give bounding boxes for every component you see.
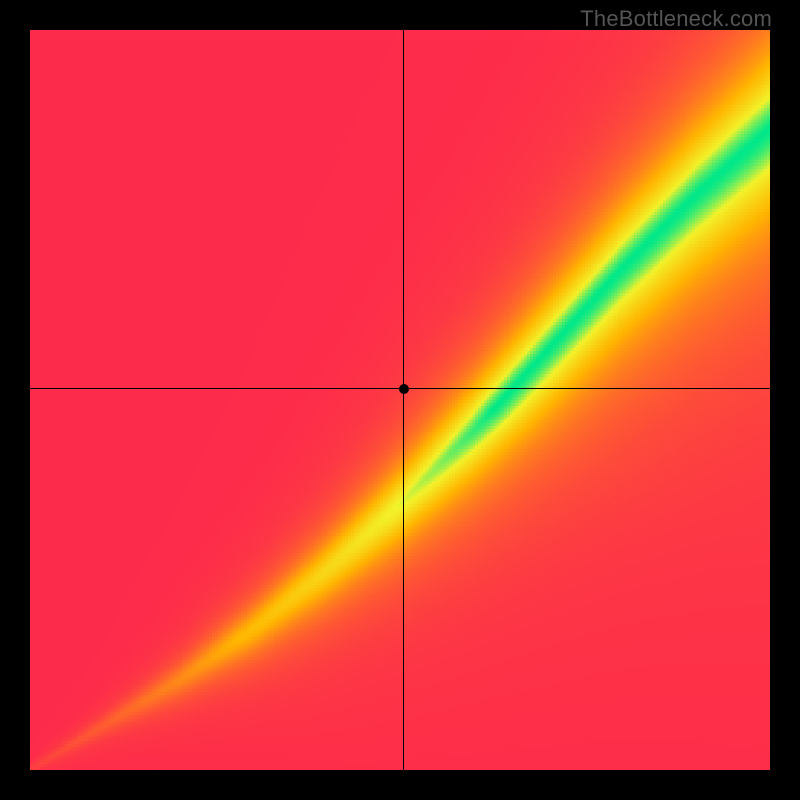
watermark-text: TheBottleneck.com [580, 6, 772, 32]
bottleneck-heatmap [30, 30, 770, 770]
crosshair-vertical [403, 30, 404, 770]
selection-marker [399, 384, 409, 394]
chart-frame: TheBottleneck.com [0, 0, 800, 800]
